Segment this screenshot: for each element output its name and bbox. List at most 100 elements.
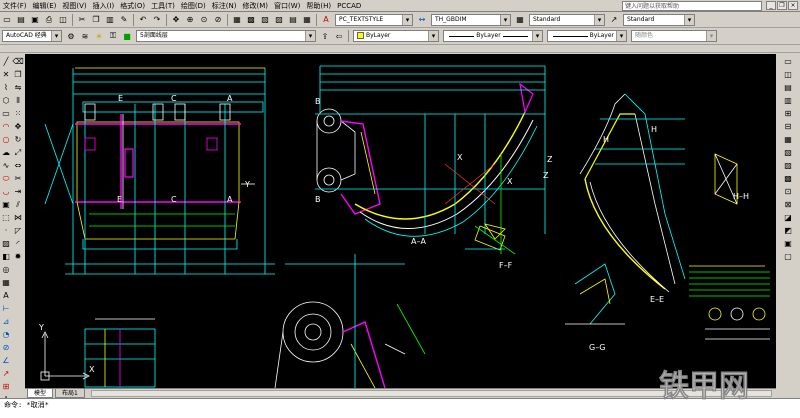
restore-icon[interactable]: ❐ — [777, 1, 787, 10]
right-tool-2-icon[interactable]: ◫ — [783, 69, 794, 80]
right-tool-3-icon[interactable]: ▤ — [783, 82, 794, 93]
right-tool-12-icon[interactable]: ⊠ — [783, 199, 794, 210]
menu-help[interactable]: 帮助(H) — [303, 0, 334, 12]
dim-angular-icon[interactable]: ∠ — [1, 355, 12, 366]
right-tool-6-icon[interactable]: ⊟ — [783, 121, 794, 132]
ellipse-icon[interactable]: ⬭ — [1, 173, 12, 184]
redo-icon[interactable]: ↷ — [151, 14, 163, 26]
preview-icon[interactable]: ◫ — [57, 14, 69, 26]
design-center-icon[interactable]: ▩ — [245, 14, 257, 26]
menu-insert[interactable]: 插入(I) — [90, 0, 118, 12]
table-style-combo[interactable]: Standard — [529, 13, 605, 26]
dim-style-combo[interactable]: TH_GBDIM — [431, 13, 511, 26]
multileader-style-icon[interactable]: ↗ — [608, 14, 620, 26]
dim-aligned-icon[interactable]: ⊿ — [1, 316, 12, 327]
right-tool-11-icon[interactable]: ⊡ — [783, 186, 794, 197]
table-style-icon[interactable]: ▦ — [514, 14, 526, 26]
menu-modify[interactable]: 修改(M) — [239, 0, 271, 12]
make-current-layer-icon[interactable]: ⇪ — [319, 30, 331, 42]
menu-window[interactable]: 窗口(W) — [271, 0, 303, 12]
layer-on-icon[interactable]: ☀ — [93, 30, 105, 42]
zoom-previous-icon[interactable]: ⊘ — [212, 14, 224, 26]
match-properties-icon[interactable]: ✎ — [118, 14, 130, 26]
offset-icon[interactable]: ⫴ — [13, 95, 24, 106]
save-icon[interactable]: ▣ — [29, 14, 41, 26]
chamfer-icon[interactable]: ◸ — [13, 225, 24, 236]
menu-edit[interactable]: 编辑(E) — [30, 0, 60, 12]
region-icon[interactable]: ◎ — [1, 264, 12, 275]
copy-object-icon[interactable]: ❐ — [13, 69, 24, 80]
mirror-icon[interactable]: ⇋ — [13, 82, 24, 93]
extend-icon[interactable]: ⇥ — [13, 186, 24, 197]
tab-layout1[interactable]: 布局1 — [55, 389, 85, 398]
workspace-settings-icon[interactable]: ⚙ — [65, 30, 77, 42]
paste-icon[interactable]: ▥ — [104, 14, 116, 26]
markup-icon[interactable]: ▤ — [287, 14, 299, 26]
menu-tools[interactable]: 工具(T) — [148, 0, 178, 12]
make-block-icon[interactable]: ⬚ — [1, 212, 12, 223]
right-tool-8-icon[interactable]: ▧ — [783, 147, 794, 158]
leader-icon[interactable]: ↗ — [1, 368, 12, 379]
help-search-input[interactable]: 键入问题以获取帮助 — [622, 1, 762, 11]
menu-format[interactable]: 格式(O) — [117, 0, 148, 12]
right-tool-7-icon[interactable]: ▦ — [783, 134, 794, 145]
new-file-icon[interactable]: ▭ — [1, 14, 13, 26]
trim-icon[interactable]: ✂ — [13, 173, 24, 184]
tolerance-icon[interactable]: ⊞ — [1, 381, 12, 392]
calculator-icon[interactable]: ▦ — [301, 14, 313, 26]
sheet-set-icon[interactable]: ▨ — [273, 14, 285, 26]
mtext-icon[interactable]: A — [1, 290, 12, 301]
line-icon[interactable]: ╱ — [1, 56, 12, 67]
workspace-combo[interactable]: AutoCAD 经典 — [2, 30, 62, 42]
menu-file[interactable]: 文件(F) — [0, 0, 30, 12]
right-tool-13-icon[interactable]: ◪ — [783, 212, 794, 223]
command-line[interactable]: 命令: *取消* — [0, 398, 800, 418]
menu-dimension[interactable]: 标注(N) — [209, 0, 240, 12]
right-tool-4-icon[interactable]: ▥ — [783, 95, 794, 106]
copy-icon[interactable]: ❐ — [90, 14, 102, 26]
dim-style-icon[interactable]: ↔ — [416, 14, 428, 26]
array-icon[interactable]: ⁙ — [13, 108, 24, 119]
stretch-icon[interactable]: ⇔ — [13, 160, 24, 171]
right-tool-10-icon[interactable]: ▩ — [783, 173, 794, 184]
ellipse-arc-icon[interactable]: ◡ — [1, 186, 12, 197]
color-combo[interactable]: ByLayer — [353, 30, 439, 42]
fillet-icon[interactable]: ◜ — [13, 238, 24, 249]
right-tool-5-icon[interactable]: ⊞ — [783, 108, 794, 119]
multileader-style-combo[interactable]: Standard — [623, 13, 695, 26]
join-icon[interactable]: ⋈ — [13, 212, 24, 223]
drawing-canvas[interactable]: E C A E C A Y B B X X Z Z A–A H H H–H F–… — [25, 54, 776, 388]
table-icon[interactable]: ▦ — [1, 277, 12, 288]
layer-color-icon[interactable]: ■ — [121, 30, 133, 42]
layer-combo[interactable]: 5剖面线层 — [136, 30, 316, 42]
layer-previous-icon[interactable]: ⇦ — [333, 30, 345, 42]
revcloud-icon[interactable]: ☁ — [1, 147, 12, 158]
undo-icon[interactable]: ↶ — [137, 14, 149, 26]
right-tool-15-icon[interactable]: ▣ — [783, 238, 794, 249]
text-style-combo[interactable]: PC_TEXTSTYLE — [335, 13, 413, 26]
menu-draw[interactable]: 绘图(D) — [178, 0, 209, 12]
pan-icon[interactable]: ✥ — [170, 14, 182, 26]
minimize-icon[interactable]: _ — [766, 1, 776, 10]
print-icon[interactable]: ⎙ — [43, 14, 55, 26]
gradient-icon[interactable]: ◧ — [1, 251, 12, 262]
layer-unlock-icon[interactable]: ⚿ — [107, 30, 119, 42]
tool-palette-icon[interactable]: ▧ — [259, 14, 271, 26]
dim-linear-icon[interactable]: ⊢ — [1, 303, 12, 314]
point-icon[interactable]: · — [1, 225, 12, 236]
properties-icon[interactable]: ▦ — [231, 14, 243, 26]
zoom-window-icon[interactable]: ⊙ — [198, 14, 210, 26]
linetype-combo[interactable]: ByLayer — [443, 30, 543, 42]
spline-icon[interactable]: ∿ — [1, 160, 12, 171]
dim-radius-icon[interactable]: ◔ — [1, 329, 12, 340]
hatch-icon[interactable]: ▨ — [1, 238, 12, 249]
erase-icon[interactable]: ⌫ — [13, 56, 24, 67]
polyline-icon[interactable]: ⌇ — [1, 82, 12, 93]
break-icon[interactable]: ⫽ — [13, 199, 24, 210]
layer-manager-icon[interactable]: ≋ — [79, 30, 91, 42]
right-tool-9-icon[interactable]: ▨ — [783, 160, 794, 171]
right-tool-16-icon[interactable]: ▢ — [783, 251, 794, 262]
menu-pccad[interactable]: PCCAD — [334, 0, 364, 12]
circle-icon[interactable]: ○ — [1, 134, 12, 145]
zoom-realtime-icon[interactable]: ⊕ — [184, 14, 196, 26]
